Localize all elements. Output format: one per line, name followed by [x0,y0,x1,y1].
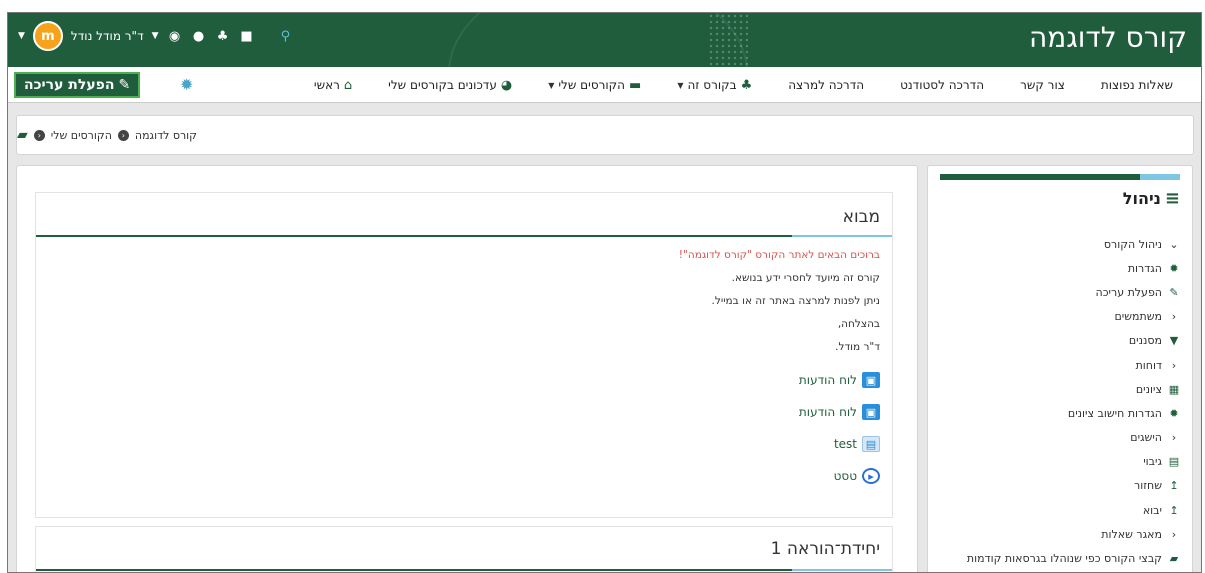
activity-quiz[interactable]: ▸ טסט [36,460,880,492]
search-icon[interactable]: ⚲ [281,29,291,44]
chevron-left-icon: ‹ [117,129,129,141]
section-intro: מבוא ברוכים הבאים לאתר הקורס "קורס לדוגמ… [35,192,893,518]
nav-home[interactable]: ⌂ ראשי [296,78,370,93]
tree-legacy-files[interactable]: ▰ קבצי הקורס כפי שנוהלו בגרסאות קודמות [930,546,1180,570]
admin-block: ≡ ניהול ⌄ ניהול הקורס ✹ הגדרות ✎ הפעלת עריכ… [927,165,1193,572]
admin-tree: ⌄ ניהול הקורס ✹ הגדרות ✎ הפעלת עריכה ‹ משתמש… [930,232,1180,571]
welcome-text: ברוכים הבאים לאתר הקורס "קורס לדוגמה"! [678,249,880,261]
tree-restore[interactable]: ↥ שחזור [930,474,1180,498]
nav-this-course[interactable]: ♣ בקורס זה ▼ [659,78,770,93]
filter-icon: ▼ [1169,334,1179,348]
nav-my-courses[interactable]: ▬ הקורסים שלי ▼ [530,78,659,93]
breadcrumb-course[interactable]: קורס לדוגמה [135,129,197,142]
breadcrumb: ▰ ‹ הקורסים שלי ‹ קורס לדוגמה [16,115,1194,155]
tree-backup[interactable]: ▤ גיבוי [930,450,1180,474]
forum-icon: ▣ [862,404,880,420]
activity-page[interactable]: ▤ test [36,428,880,460]
tree-users[interactable]: ‹ משתמשים [930,305,1180,329]
app-window: קורס לדוגמה ▼ m ד"ר מודל נודל ▼ ◉ ● ♣ ■ … [7,12,1202,573]
user-name[interactable]: ד"ר מודל נודל [71,29,144,43]
summary-line: ניתן לפנות למרצה באתר זה או במייל. [711,295,880,307]
summary-line: ד"ר מודל. [835,341,880,353]
language-caret-icon[interactable]: ▼ [152,31,159,41]
gear-icon: ✹ [1169,406,1179,420]
section-title: מבוא [842,207,880,227]
chevron-down-icon: ⌄ [1169,237,1179,251]
edit-icon: ✎ [118,77,131,93]
gear-icon[interactable]: ✹ [180,75,193,94]
section-unit-1: יחידת־הוראה 1 [35,526,893,572]
chat-icon[interactable]: ● [191,29,207,44]
breadcrumb-my-courses[interactable]: הקורסים שלי [51,129,112,142]
chevron-left-icon: ‹ [1171,358,1177,372]
user-menu-caret-icon[interactable]: ▼ [18,31,25,41]
briefcase-icon: ▬ [629,77,642,93]
tree-grades[interactable]: ▦ ציונים [930,377,1180,401]
nav-contact[interactable]: צור קשר [1002,78,1083,92]
avatar[interactable]: m [32,21,63,51]
tree-settings[interactable]: ✹ הגדרות [930,256,1180,280]
pencil-icon: ✎ [1169,285,1179,299]
section-title[interactable]: יחידת־הוראה 1 [771,539,880,559]
page-icon: ▤ [862,436,880,452]
sitemap-icon: ♣ [740,77,753,93]
nav-lecturer-guide[interactable]: הדרכה למרצה [770,78,882,92]
admin-block-title: ≡ ניהול [1122,188,1180,209]
tree-course-admin[interactable]: ⌄ ניהול הקורס [930,232,1180,256]
gear-icon: ✹ [1169,261,1179,275]
course-content: מבוא ברוכים הבאים לאתר הקורס "קורס לדוגמ… [16,165,918,572]
nav-course-updates[interactable]: ◕ עדכונים בקורסים שלי [370,78,530,93]
main-navbar: ✎ הפעלת עריכה ✹ ⌂ ראשי ◕ עדכונים בקורסים ש… [8,67,1201,103]
site-title[interactable]: קורס לדוגמה [1029,21,1187,54]
nav-faq[interactable]: שאלות נפוצות [1083,78,1191,92]
chevron-down-icon: ▼ [548,80,555,90]
upload-icon: ↥ [1169,503,1179,517]
section-summary: ברוכים הבאים לאתר הקורס "קורס לדוגמה"! ק… [36,237,892,492]
tree-achievements[interactable]: ‹ הישגים [930,426,1180,450]
tree-edit-mode[interactable]: ✎ הפעלת עריכה [930,280,1180,304]
menu-icon[interactable]: ≡ [1165,188,1180,209]
tree-import[interactable]: ↥ יבוא [930,498,1180,522]
chevron-down-icon: ▼ [677,80,684,90]
chevron-left-icon: ‹ [1171,527,1177,541]
chevron-left-icon: ‹ [1171,431,1177,445]
upload-icon: ↥ [1169,479,1179,493]
summary-line: בהצלחה, [837,318,880,330]
globe-icon[interactable]: ◉ [167,29,183,44]
nav-student-guide[interactable]: הדרכה לסטודנט [882,78,1002,92]
top-header: קורס לדוגמה ▼ m ד"ר מודל נודל ▼ ◉ ● ♣ ■ … [8,13,1201,67]
video-icon[interactable]: ■ [239,29,255,44]
tachometer-icon: ◕ [500,77,513,93]
tree-question-bank[interactable]: ‹ מאגר שאלות [930,522,1180,546]
chevron-left-icon: ‹ [1171,310,1177,324]
folder-icon: ▰ [1169,552,1179,566]
quiz-icon: ▸ [862,468,880,484]
activity-forum[interactable]: ▣ לוח הודעות [36,396,880,428]
activity-forum[interactable]: ▣ לוח הודעות [36,364,880,396]
forum-icon: ▣ [862,372,880,388]
table-icon: ▦ [1168,382,1180,396]
folder-open-icon: ▰ [17,127,28,143]
nav-items: ⌂ ראשי ◕ עדכונים בקורסים שלי ▬ הקורסים שלי ▼… [296,67,1191,103]
chevron-left-icon: ‹ [33,129,45,141]
home-icon: ⌂ [343,77,353,93]
edit-mode-button[interactable]: ✎ הפעלת עריכה [14,72,141,98]
tree-grade-settings[interactable]: ✹ הגדרות חישוב ציונים [930,401,1180,425]
tree-filters[interactable]: ▼ מסננים [930,329,1180,353]
file-icon: ▤ [1168,455,1180,469]
bell-icon[interactable]: ♣ [215,29,231,44]
tree-reports[interactable]: ‹ דוחות [930,353,1180,377]
user-menu[interactable]: ▼ m ד"ר מודל נודל ▼ ◉ ● ♣ ■ ⚲ [18,21,290,51]
summary-line: קורס זה מיועד לחסרי ידע בנושא. [731,272,880,284]
